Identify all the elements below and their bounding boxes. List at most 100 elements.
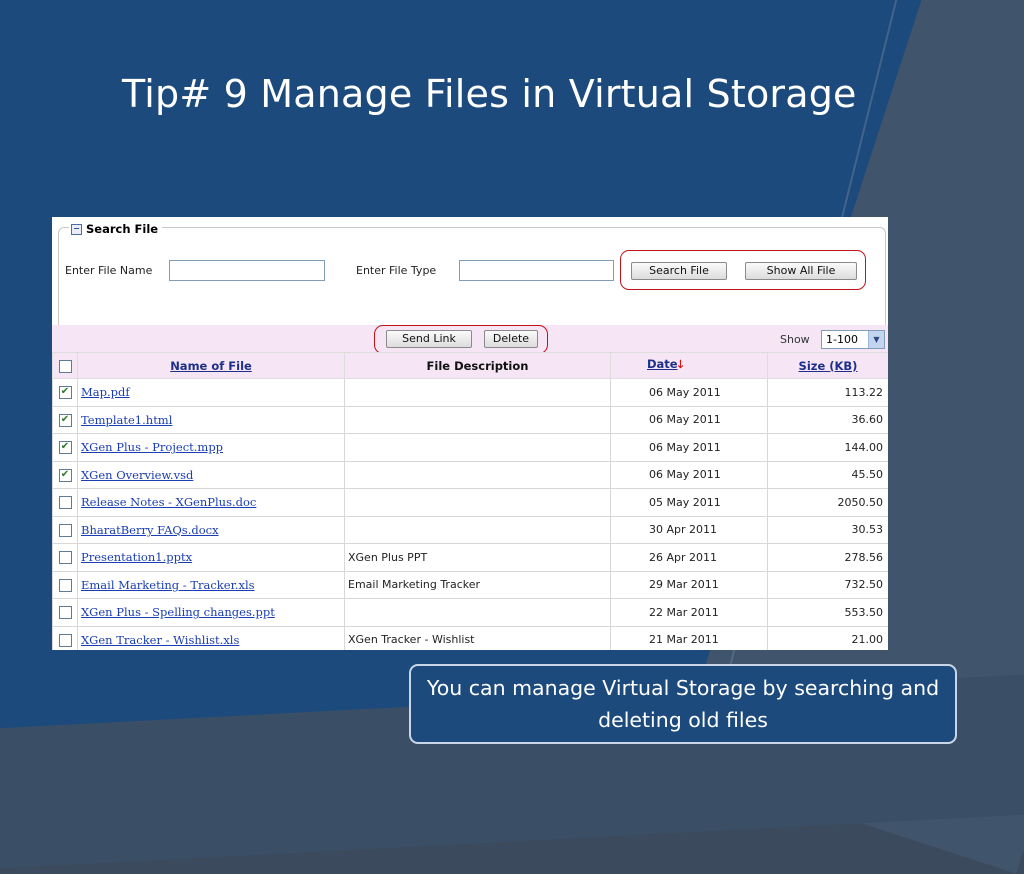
table-header-row: Name of File File Description Date🡓 Size… [52, 352, 888, 379]
file-description-cell: Email Marketing Tracker [344, 570, 611, 599]
file-name-cell: XGen Tracker - Wishlist.xls [77, 625, 345, 650]
minus-box-icon[interactable]: − [71, 223, 82, 235]
delete-button[interactable]: Delete [484, 330, 538, 348]
file-description-cell [344, 433, 611, 462]
row-checkbox-cell [52, 488, 78, 517]
file-size-cell: 553.50 [767, 598, 888, 627]
file-description-cell: XGen Plus PPT [344, 543, 611, 572]
row-checkbox[interactable] [58, 633, 72, 647]
file-size-cell: 45.50 [767, 460, 888, 489]
table-row: ✔ Map.pdf 06 May 2011 113.22 [52, 378, 888, 407]
search-file-legend[interactable]: − Search File [69, 222, 163, 236]
file-name-input[interactable] [169, 260, 325, 281]
row-checkbox[interactable]: ✔ [58, 413, 72, 427]
file-name-cell: Presentation1.pptx [77, 543, 345, 572]
file-size-cell: 732.50 [767, 570, 888, 599]
select-all-cell [52, 352, 78, 379]
file-date-cell: 06 May 2011 [610, 433, 768, 462]
file-type-input[interactable] [459, 260, 614, 281]
file-name-link[interactable]: Map.pdf [81, 385, 130, 399]
file-name-cell: Release Notes - XGenPlus.doc [77, 488, 345, 517]
table-row: XGen Plus - Spelling changes.ppt 22 Mar 2… [52, 598, 888, 627]
file-name-link[interactable]: XGen Tracker - Wishlist.xls [81, 633, 239, 647]
chevron-down-icon[interactable]: ▼ [868, 331, 884, 348]
column-header-name[interactable]: Name of File [77, 352, 345, 379]
search-file-button[interactable]: Search File [631, 262, 727, 280]
file-name-cell: XGen Overview.vsd [77, 460, 345, 489]
slide-title: Tip# 9 Manage Files in Virtual Storage [122, 72, 857, 116]
table-row: ✔ XGen Overview.vsd 06 May 2011 45.50 [52, 460, 888, 489]
file-date-cell: 06 May 2011 [610, 378, 768, 407]
row-checkbox[interactable] [58, 496, 72, 509]
file-size-cell: 30.53 [767, 515, 888, 544]
file-date-cell: 30 Apr 2011 [610, 515, 768, 544]
row-checkbox[interactable] [58, 551, 72, 564]
file-date-cell: 22 Mar 2011 [610, 598, 768, 627]
file-name-link[interactable]: XGen Plus - Spelling changes.ppt [81, 605, 275, 619]
row-checkbox-cell: ✔ [52, 405, 78, 434]
table-row: XGen Tracker - Wishlist.xls XGen Tracker … [52, 625, 888, 650]
file-size-cell: 278.56 [767, 543, 888, 572]
file-name-link[interactable]: Template1.html [81, 413, 172, 427]
file-name-label: Enter File Name [65, 264, 153, 277]
file-name-cell: Map.pdf [77, 378, 345, 407]
row-checkbox-cell [52, 515, 78, 544]
file-description-cell [344, 598, 611, 627]
row-checkbox[interactable] [58, 523, 72, 537]
file-name-cell: XGen Plus - Project.mpp [77, 433, 345, 462]
file-date-cell: 06 May 2011 [610, 460, 768, 489]
file-date-cell: 29 Mar 2011 [610, 570, 768, 599]
file-name-cell: Template1.html [77, 405, 345, 434]
file-name-link[interactable]: Email Marketing - Tracker.xls [81, 578, 255, 592]
file-description-cell [344, 488, 611, 517]
file-date-cell: 05 May 2011 [610, 488, 768, 517]
file-name-link[interactable]: XGen Overview.vsd [81, 468, 193, 482]
callout-box: You can manage Virtual Storage by search… [409, 664, 957, 744]
table-row: Release Notes - XGenPlus.doc 05 May 2011 2… [52, 488, 888, 517]
show-label: Show [780, 333, 810, 346]
row-checkbox-cell [52, 598, 78, 627]
table-row: ✔ Template1.html 06 May 2011 36.60 [52, 405, 888, 434]
row-checkbox-cell [52, 570, 78, 599]
file-size-cell: 113.22 [767, 378, 888, 407]
select-all-checkbox[interactable] [58, 359, 72, 373]
file-date-cell: 06 May 2011 [610, 405, 768, 434]
file-description-cell [344, 515, 611, 544]
file-date-cell: 21 Mar 2011 [610, 625, 768, 650]
show-all-file-button[interactable]: Show All File [745, 262, 857, 280]
row-checkbox[interactable]: ✔ [58, 468, 72, 482]
file-description-cell [344, 378, 611, 407]
file-name-link[interactable]: Release Notes - XGenPlus.doc [81, 495, 256, 509]
page-size-value: 1-100 [826, 333, 858, 346]
row-checkbox[interactable] [58, 578, 72, 592]
search-file-legend-label: Search File [86, 222, 159, 236]
row-checkbox[interactable]: ✔ [58, 386, 72, 399]
search-file-fieldset: − Search File Enter File Name Enter File… [58, 222, 886, 337]
column-header-description: File Description [344, 352, 611, 379]
column-header-size[interactable]: Size (KB) [767, 352, 888, 379]
file-description-cell [344, 405, 611, 434]
row-checkbox[interactable] [58, 606, 72, 619]
sort-down-arrow-icon: 🡓 [677, 358, 684, 371]
page-size-select[interactable]: 1-100 ▼ [821, 330, 885, 349]
file-name-link[interactable]: XGen Plus - Project.mpp [81, 440, 223, 454]
column-header-date[interactable]: Date🡓 [610, 352, 768, 379]
row-checkbox-cell: ✔ [52, 378, 78, 407]
row-checkbox[interactable]: ✔ [58, 441, 72, 454]
file-size-cell: 2050.50 [767, 488, 888, 517]
file-name-cell: Email Marketing - Tracker.xls [77, 570, 345, 599]
row-checkbox-cell [52, 543, 78, 572]
file-name-cell: XGen Plus - Spelling changes.ppt [77, 598, 345, 627]
file-name-link[interactable]: Presentation1.pptx [81, 550, 192, 564]
row-checkbox-cell [52, 625, 78, 650]
row-checkbox-cell: ✔ [52, 460, 78, 489]
table-row: BharatBerry FAQs.docx 30 Apr 2011 30.53 [52, 515, 888, 544]
file-size-cell: 144.00 [767, 433, 888, 462]
file-size-cell: 36.60 [767, 405, 888, 434]
send-link-button[interactable]: Send Link [386, 330, 472, 348]
file-manager-panel: − Search File Enter File Name Enter File… [52, 217, 888, 650]
file-description-cell [344, 460, 611, 489]
file-name-link[interactable]: BharatBerry FAQs.docx [81, 523, 219, 537]
file-size-cell: 21.00 [767, 625, 888, 650]
files-table: Name of File File Description Date🡓 Size… [52, 352, 888, 650]
